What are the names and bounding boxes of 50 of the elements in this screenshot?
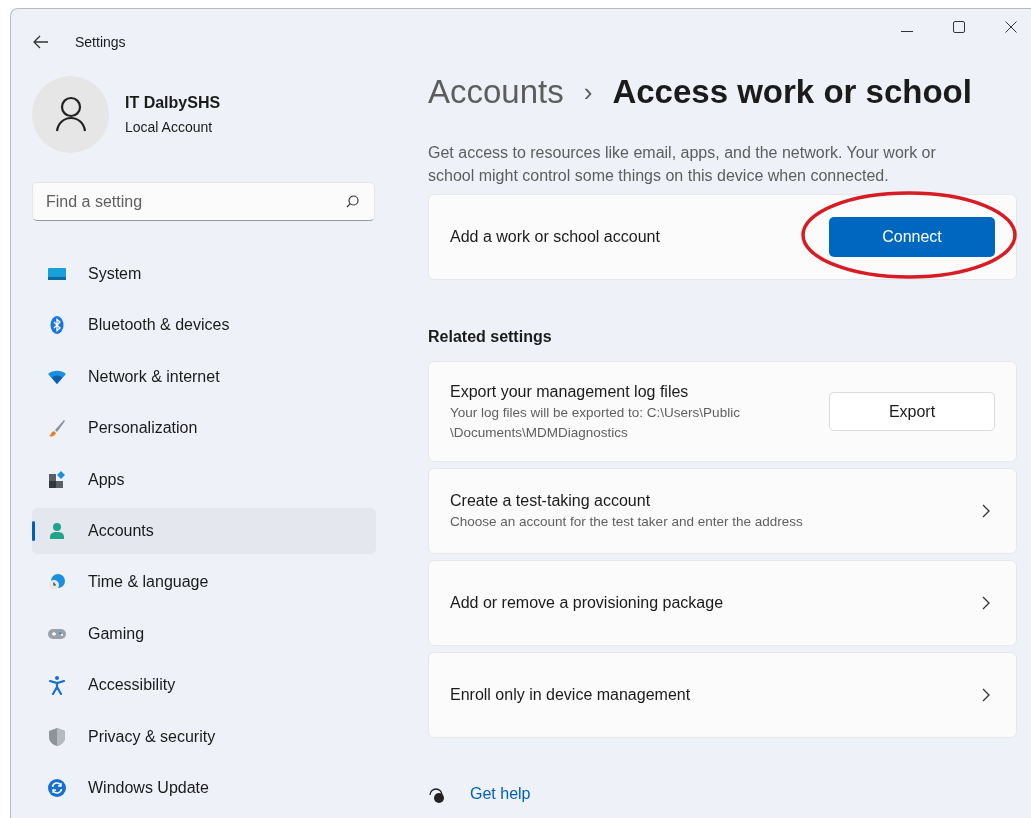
- minimize-icon[interactable]: [901, 30, 913, 33]
- person-outline-icon: [54, 96, 87, 132]
- setting-link-card[interactable]: Enroll only in device management: [428, 652, 1017, 738]
- get-help-link[interactable]: Get help: [470, 782, 531, 806]
- setting-link-card[interactable]: Add or remove a provisioning package: [428, 560, 1017, 646]
- search-field[interactable]: Find a setting: [32, 182, 375, 221]
- update-icon: [47, 777, 67, 798]
- chevron-right-icon: [982, 688, 990, 702]
- sidebar-item[interactable]: Accessibility: [32, 662, 376, 709]
- page-title: Access work or school: [612, 72, 972, 113]
- sidebar-item[interactable]: Accounts: [32, 507, 376, 554]
- chevron-right-icon: [982, 504, 990, 518]
- search-icon: [346, 195, 359, 208]
- setting-title: Export your management log files: [450, 381, 690, 402]
- breadcrumb-parent[interactable]: Accounts: [428, 67, 564, 117]
- sidebar-item[interactable]: Apps: [32, 456, 376, 503]
- sidebar-item[interactable]: Personalization: [32, 405, 376, 452]
- export-button[interactable]: Export: [829, 392, 995, 431]
- sidebar-item[interactable]: System: [32, 251, 376, 297]
- paintbrush-icon: [47, 418, 67, 439]
- sidebar-item[interactable]: Network & internet: [32, 353, 376, 400]
- sidebar-item[interactable]: Windows Update: [32, 764, 376, 811]
- sidebar-item[interactable]: Gaming: [32, 610, 376, 657]
- setting-description: Your log files will be exported to: C:\Users\Public \Documents\MDMDiagnostics: [450, 403, 741, 442]
- setting-title: Add a work or school account: [450, 227, 660, 247]
- globe-clock-icon: [47, 572, 67, 593]
- apps-icon: [47, 469, 67, 490]
- sidebar-item[interactable]: Privacy & security: [32, 713, 376, 760]
- page-description: Get access to resources like email, apps, and the network. Your work or school might control some things on this device when connected.: [428, 143, 937, 186]
- sidebar-item[interactable]: Bluetooth & devices: [32, 302, 376, 349]
- back-arrow-icon[interactable]: [33, 35, 49, 49]
- setting-description: Choose an account for the test taker and enter the address: [450, 513, 804, 531]
- close-icon[interactable]: [1005, 21, 1017, 33]
- connect-button[interactable]: Connect: [829, 217, 995, 257]
- setting-title: Enroll only in device management: [450, 685, 691, 705]
- setting-title: Add or remove a provisioning package: [450, 593, 724, 613]
- person-icon: [47, 520, 67, 541]
- window-title: Settings: [75, 33, 126, 52]
- selection-indicator: [32, 520, 35, 541]
- shield-icon: [47, 726, 67, 747]
- setting-title: Create a test-taking account: [450, 491, 652, 511]
- account-type: Local Account: [125, 117, 214, 137]
- sidebar-item[interactable]: Time & language: [32, 559, 376, 606]
- maximize-icon[interactable]: [953, 21, 965, 33]
- chevron-right-icon: [982, 596, 990, 610]
- user-name: IT DalbySHS: [125, 92, 221, 113]
- setting-link-card[interactable]: Create a test-taking account Choose an account for the test taker and enter the address: [428, 468, 1017, 554]
- breadcrumb-separator: ›: [583, 75, 593, 109]
- accessibility-icon: [47, 675, 67, 696]
- section-heading: Related settings: [428, 327, 553, 347]
